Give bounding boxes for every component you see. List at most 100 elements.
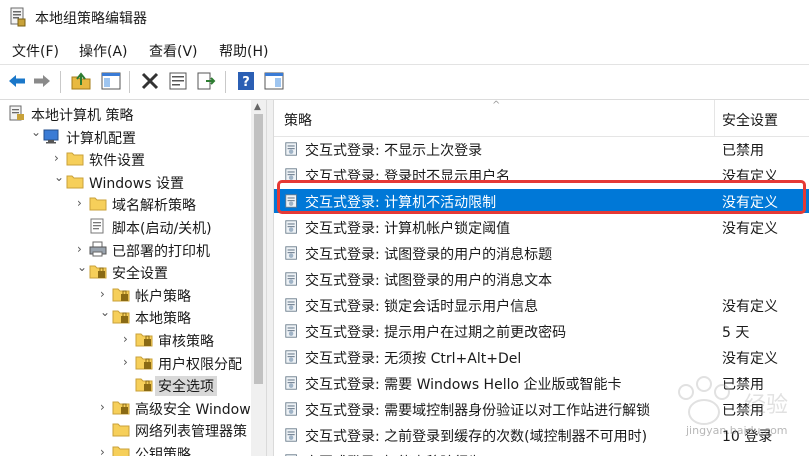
security-folder-icon [89, 265, 107, 279]
tree-node[interactable]: ⌄ Windows 设置 [0, 170, 266, 193]
chevron-right-icon[interactable]: › [100, 400, 105, 414]
tree-node[interactable]: › 域名解析策略 [0, 193, 266, 215]
menu-action[interactable]: 操作(A) [79, 41, 128, 61]
window-title: 本地组策略编辑器 [35, 11, 147, 27]
column-header: 策略 ^ 安全设置 [274, 100, 809, 137]
policy-setting-icon [285, 298, 297, 312]
policy-row[interactable]: 交互式登录: 智能卡移除行为 [274, 449, 809, 456]
back-arrow-icon[interactable] [6, 70, 28, 92]
policy-editor-icon [10, 7, 26, 27]
chevron-right-icon[interactable]: › [100, 287, 105, 301]
forward-arrow-icon[interactable] [31, 70, 53, 92]
svg-text:经验: 经验 [744, 393, 788, 418]
policy-setting-icon [285, 168, 297, 182]
chevron-right-icon[interactable]: › [123, 355, 128, 369]
export-list-icon[interactable] [195, 70, 217, 92]
policy-doc-icon [9, 105, 24, 121]
menu-help[interactable]: 帮助(H) [219, 41, 268, 61]
column-security-setting[interactable]: 安全设置 [722, 110, 778, 130]
column-policy[interactable]: 策略 [284, 110, 312, 130]
scrollbar-thumb[interactable] [254, 114, 263, 384]
policy-name: 交互式登录: 提示用户在过期之前更改密码 [305, 325, 567, 341]
tree-node[interactable]: › 用户权限分配 [0, 352, 266, 374]
policy-row[interactable]: 交互式登录: 计算机不活动限制 没有定义 [274, 189, 809, 213]
chevron-right-icon[interactable]: › [77, 242, 82, 256]
policy-setting-icon [285, 428, 297, 442]
tree-node-label: 高级安全 Windows [135, 401, 258, 418]
tree-node[interactable]: › 软件设置 [0, 148, 266, 170]
security-folder-icon [135, 356, 153, 370]
policy-row[interactable]: 交互式登录: 不显示上次登录 已禁用 [274, 137, 809, 161]
policy-setting-icon [285, 402, 297, 416]
tree-node[interactable]: › 帐户策略 [0, 284, 266, 306]
policy-value: 没有定义 [722, 299, 778, 315]
policy-name: 交互式登录: 试图登录的用户的消息标题 [305, 247, 553, 263]
show-hide-tree-icon[interactable] [100, 70, 122, 92]
printer-icon [89, 241, 107, 257]
tree-node[interactable]: 本地计算机 策略 [0, 103, 266, 125]
tree-node-label: 网络列表管理器策 [135, 424, 247, 441]
menu-view[interactable]: 查看(V) [149, 41, 198, 61]
pane-splitter[interactable] [266, 100, 274, 456]
policy-setting-icon [285, 376, 297, 390]
action-pane-icon[interactable] [263, 70, 285, 92]
delete-icon[interactable] [139, 70, 161, 92]
policy-row[interactable]: 交互式登录: 试图登录的用户的消息标题 [274, 241, 809, 265]
properties-icon[interactable] [167, 70, 189, 92]
policy-row[interactable]: 交互式登录: 提示用户在过期之前更改密码 5 天 [274, 319, 809, 343]
chevron-right-icon[interactable]: › [100, 445, 105, 456]
sort-ascending-icon: ^ [492, 100, 501, 111]
tree-node-label: 已部署的打印机 [112, 243, 210, 260]
tree-node[interactable]: ⌄ 安全设置 [0, 260, 266, 283]
tree-node-label: 软件设置 [89, 153, 145, 170]
policy-row[interactable]: 交互式登录: 计算机帐户锁定阈值 没有定义 [274, 215, 809, 239]
menu-file[interactable]: 文件(F) [12, 41, 59, 61]
policy-row[interactable]: 交互式登录: 锁定会话时显示用户信息 没有定义 [274, 293, 809, 317]
policy-row[interactable]: 交互式登录: 无须按 Ctrl+Alt+Del 没有定义 [274, 345, 809, 369]
chevron-down-icon[interactable]: ⌄ [31, 125, 41, 139]
chevron-right-icon[interactable]: › [54, 151, 59, 165]
policy-value: 没有定义 [722, 195, 778, 211]
tree-node-label: 安全选项 [155, 376, 217, 397]
chevron-down-icon[interactable]: ⌄ [77, 260, 87, 274]
chevron-down-icon[interactable]: ⌄ [54, 170, 64, 184]
folder-icon [89, 197, 107, 211]
tree-node[interactable]: › 高级安全 Windows [0, 397, 266, 419]
tree-node[interactable]: › 公钥策略 [0, 442, 266, 456]
help-icon[interactable]: ? [235, 70, 257, 92]
tree-node[interactable]: 脚本(启动/关机) [0, 216, 266, 238]
tree-node-label: 用户权限分配 [158, 356, 242, 373]
folder-icon [112, 446, 130, 456]
policy-value: 5 天 [722, 325, 750, 341]
title-bar: 本地组策略编辑器 [0, 0, 809, 34]
policy-row[interactable]: 交互式登录: 登录时不显示用户名 没有定义 [274, 163, 809, 187]
chevron-right-icon[interactable]: › [123, 332, 128, 346]
tree-node-label: 本地计算机 策略 [31, 108, 134, 124]
tree-node[interactable]: 网络列表管理器策 [0, 419, 266, 441]
tree-node[interactable]: › 已部署的打印机 [0, 239, 266, 261]
tree-node[interactable]: 安全选项 [0, 374, 266, 397]
up-folder-icon[interactable] [70, 70, 92, 92]
tree-node-label: 审核策略 [158, 334, 214, 350]
folder-icon [66, 152, 84, 166]
tree-node-label: 计算机配置 [66, 130, 136, 147]
policy-row[interactable]: 交互式登录: 试图登录的用户的消息文本 [274, 267, 809, 291]
tree-scrollbar[interactable]: ▲ [251, 100, 266, 456]
tree-node[interactable]: ⌄ 本地策略 [0, 305, 266, 328]
computer-icon [43, 129, 59, 144]
tree-node[interactable]: › 审核策略 [0, 329, 266, 351]
policy-setting-icon [285, 194, 297, 208]
script-icon [90, 218, 104, 234]
folder-icon [112, 423, 130, 437]
policy-value: 已禁用 [722, 143, 764, 159]
security-folder-icon [135, 333, 153, 347]
scroll-up-icon[interactable]: ▲ [254, 102, 261, 112]
policy-setting-icon [285, 220, 297, 234]
policy-value: 没有定义 [722, 351, 778, 367]
chevron-down-icon[interactable]: ⌄ [100, 305, 110, 319]
toolbar-separator [60, 71, 61, 93]
tree-node-label: Windows 设置 [89, 175, 184, 192]
chevron-right-icon[interactable]: › [77, 196, 82, 210]
column-divider[interactable] [714, 100, 715, 136]
tree-node[interactable]: ⌄ 计算机配置 [0, 125, 266, 148]
